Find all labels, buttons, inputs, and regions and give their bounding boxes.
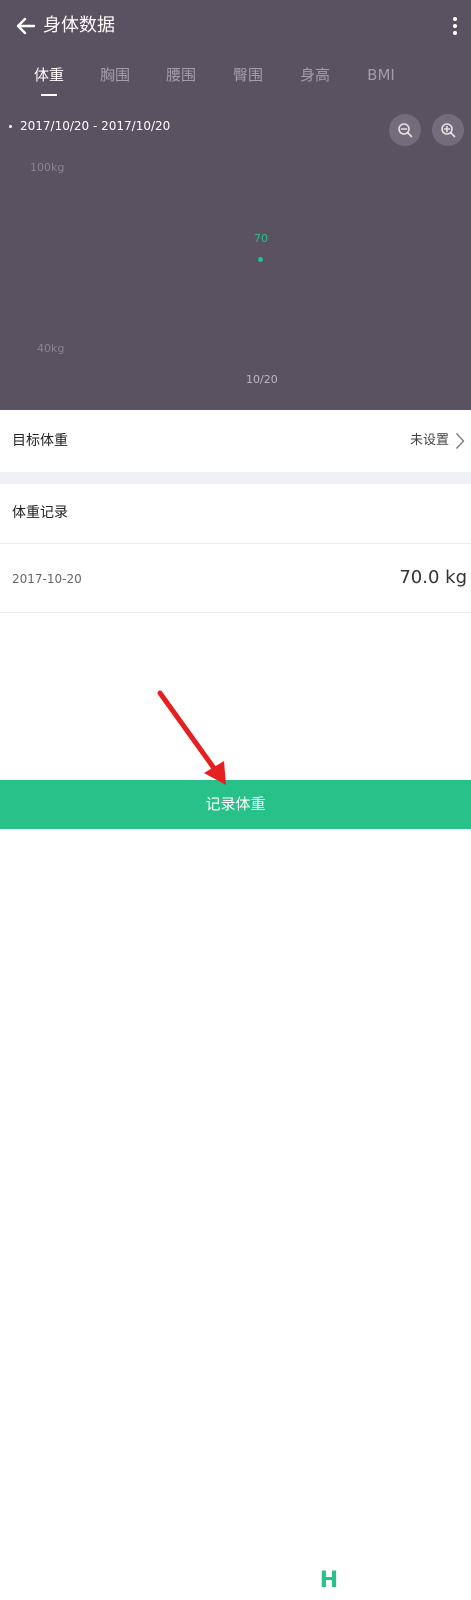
zoom-out-button[interactable]: [389, 114, 421, 146]
section-divider: [0, 472, 471, 484]
data-point-label: 70: [254, 232, 268, 245]
divider: [0, 543, 471, 544]
goal-weight-label: 目标体重: [12, 433, 68, 449]
record-date: 2017-10-20: [12, 572, 82, 586]
tab-waist[interactable]: 腰围: [151, 64, 211, 86]
top-bar: 身体数据: [0, 0, 471, 54]
page-title: 身体数据: [43, 15, 115, 36]
tab-bmi[interactable]: BMI: [351, 64, 411, 86]
watermark-logo: H: [312, 1563, 346, 1597]
goal-weight-value: 未设置: [409, 433, 449, 448]
active-tab-indicator: [41, 94, 57, 96]
y-tick-label-max: 100kg: [30, 161, 65, 174]
record-weight-button[interactable]: 记录体重 H 好特游戏: [0, 780, 471, 1597]
date-range-text: 2017/10/20 - 2017/10/20: [20, 119, 171, 133]
tab-weight[interactable]: 体重: [19, 64, 79, 86]
record-weight-label: 记录体重: [205, 795, 266, 813]
y-tick-label-min: 40kg: [37, 342, 65, 355]
x-tick-label: 10/20: [246, 373, 278, 386]
more-vert-icon[interactable]: [449, 14, 461, 38]
records-title: 体重记录: [12, 505, 68, 521]
header-panel: 身体数据 体重 胸围 腰围 臀围 身高 BMI 2017/10/20 - 201…: [0, 0, 471, 410]
date-range: 2017/10/20 - 2017/10/20: [9, 118, 170, 134]
divider: [0, 612, 471, 613]
tab-bar: 体重 胸围 腰围 臀围 身高 BMI: [0, 64, 471, 100]
chevron-right-icon: [455, 432, 465, 450]
watermark-text: 好特游戏: [352, 1568, 456, 1597]
zoom-in-button[interactable]: [432, 114, 464, 146]
zoom-out-icon: [398, 123, 413, 138]
tab-height[interactable]: 身高: [285, 64, 345, 86]
tab-hip[interactable]: 臀围: [218, 64, 278, 86]
record-value: 70.0 kg: [399, 567, 467, 588]
goal-weight-row[interactable]: 目标体重 未设置: [0, 410, 471, 472]
red-arrow-annotation: [157, 690, 226, 785]
tab-chest[interactable]: 胸围: [85, 64, 145, 86]
data-point[interactable]: [258, 256, 263, 262]
back-arrow-icon[interactable]: [14, 14, 38, 38]
watermark: H 好特游戏: [312, 1560, 456, 1600]
zoom-in-icon: [441, 123, 456, 138]
